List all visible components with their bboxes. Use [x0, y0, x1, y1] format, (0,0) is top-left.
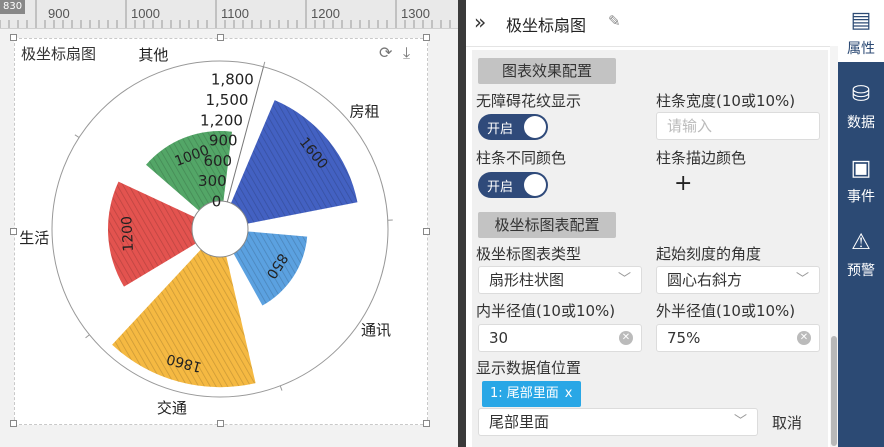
chart-category-label: 通讯: [361, 321, 391, 339]
chevron-down-icon: ﹀: [733, 414, 747, 429]
toggle-text: 开启: [487, 180, 514, 195]
chart-category-label: 生活: [19, 229, 49, 247]
clear-icon[interactable]: ✕: [619, 331, 633, 345]
ruler-ticks: [0, 0, 451, 28]
bar-width-input[interactable]: [656, 112, 820, 140]
outer-radius-label: 外半径值(10或10%): [656, 302, 796, 320]
outer-radius-input[interactable]: 75% ✕: [656, 324, 820, 352]
chevron-down-icon: ﹀: [795, 272, 809, 287]
edit-icon[interactable]: ✎: [608, 12, 621, 30]
label-position-label: 显示数据值位置: [476, 359, 582, 377]
input-value: 75%: [667, 329, 701, 347]
chevron-down-icon: ﹀: [617, 272, 631, 287]
horizontal-ruler: 830 900 1000 1100 1200 1300: [0, 0, 458, 29]
panel-title: 极坐标扇图: [506, 16, 587, 35]
side-nav: ▤ 属性 ⛁ 数据 ▣ 事件 ⚠ 预警: [838, 0, 884, 447]
toggle-knob: [524, 116, 546, 138]
select-value: 尾部里面: [489, 413, 550, 431]
resize-handle[interactable]: [423, 34, 430, 41]
select-value: 扇形柱状图: [489, 271, 565, 289]
chart-radial-tick-label: 1,200: [200, 111, 243, 129]
chart-angle-tick: [262, 61, 266, 67]
resize-handle[interactable]: [10, 228, 17, 235]
chart-angle-tick: [279, 385, 283, 391]
nav-label: 属性: [847, 41, 875, 57]
chart-radial-tick-label: 1,800: [211, 71, 254, 89]
resize-handle[interactable]: [10, 34, 17, 41]
start-angle-select[interactable]: 圆心右斜方 ﹀: [656, 266, 820, 294]
barrier-free-toggle[interactable]: 开启: [478, 114, 548, 140]
nav-item-alarm[interactable]: ⚠ 预警: [838, 222, 884, 284]
toggle-text: 开启: [487, 122, 514, 137]
barrier-free-label: 无障碍花纹显示: [476, 92, 582, 110]
cancel-button[interactable]: 取消: [772, 412, 802, 433]
properties-icon: ▤: [850, 8, 872, 33]
nav-item-properties[interactable]: ▤ 属性: [838, 0, 884, 62]
chart-radial-tick-label: 900: [209, 132, 238, 150]
resize-handle[interactable]: [217, 34, 224, 41]
inner-radius-label: 内半径值(10或10%): [476, 302, 616, 320]
resize-handle[interactable]: [423, 420, 430, 427]
clear-icon[interactable]: ✕: [797, 331, 811, 345]
chart-angle-tick: [85, 334, 90, 339]
diff-color-toggle[interactable]: 开启: [478, 172, 548, 198]
panel-body: 图表效果配置 无障碍花纹显示 柱条宽度(10或10%) 开启 柱条不同颜色 柱条…: [472, 50, 828, 447]
chart-radial-tick-label: 300: [198, 172, 227, 190]
panel-divider[interactable]: [458, 0, 466, 447]
polar-type-label: 极坐标图表类型: [476, 245, 582, 263]
panel-header: » 极坐标扇图 ✎: [466, 0, 838, 47]
section-polar-config: 极坐标图表配置: [478, 212, 616, 238]
stroke-color-label: 柱条描边颜色: [656, 149, 747, 167]
database-icon: ⛁: [851, 82, 871, 107]
nav-item-data[interactable]: ⛁ 数据: [838, 74, 884, 136]
chart-category-label: 其他: [138, 46, 168, 64]
bar-width-label: 柱条宽度(10或10%): [656, 92, 796, 110]
chart-radial-tick-label: 1,500: [205, 91, 248, 109]
diff-color-label: 柱条不同颜色: [476, 149, 567, 167]
toggle-knob: [524, 174, 546, 196]
polar-bar-chart: 03006009001,2001,5001,800 1600房租850通讯186…: [19, 46, 393, 417]
selected-tag: 1: 尾部里面 x: [482, 381, 581, 407]
chart-data-label: 1200: [119, 216, 137, 252]
start-angle-label: 起始刻度的角度: [656, 245, 762, 263]
chart-category-label: 房租: [350, 102, 380, 120]
chart-angle-tick: [74, 134, 80, 138]
resize-handle[interactable]: [217, 420, 224, 427]
design-canvas: 830 900 1000 1100 1200 1300 极坐标扇图 ⟳ ⤓ 03…: [0, 0, 458, 447]
nav-label: 事件: [847, 189, 875, 205]
polar-type-select[interactable]: 扇形柱状图 ﹀: [478, 266, 642, 294]
select-value: 圆心右斜方: [667, 271, 743, 289]
resize-handle[interactable]: [423, 228, 430, 235]
property-panel: » 极坐标扇图 ✎ 图表效果配置 无障碍花纹显示 柱条宽度(10或10%) 开启…: [466, 0, 838, 447]
event-icon: ▣: [850, 156, 872, 181]
resize-handle[interactable]: [10, 420, 17, 427]
input-value: 30: [489, 329, 509, 347]
chart-radial-tick-label: 0: [212, 192, 222, 210]
nav-label: 数据: [847, 115, 875, 131]
inner-radius-input[interactable]: 30 ✕: [478, 324, 642, 352]
chart-widget[interactable]: 极坐标扇图 ⟳ ⤓ 0 300 600 900 1,200 1,500 1,800 1600…: [14, 38, 428, 425]
nav-label: 预警: [847, 263, 875, 279]
section-chart-effect: 图表效果配置: [478, 58, 616, 84]
nav-item-events[interactable]: ▣ 事件: [838, 148, 884, 210]
tag-close-icon[interactable]: x: [565, 386, 573, 401]
plus-icon[interactable]: +: [674, 171, 692, 196]
tag-text: 1: 尾部里面: [490, 386, 559, 401]
scrollbar-thumb[interactable]: [831, 336, 837, 446]
label-position-select[interactable]: 尾部里面 ﹀: [478, 408, 758, 436]
scrollbar[interactable]: [830, 46, 838, 447]
alarm-icon: ⚠: [851, 230, 871, 255]
double-chevron-right-icon[interactable]: »: [474, 10, 486, 34]
chart-category-label: 交通: [157, 399, 187, 417]
